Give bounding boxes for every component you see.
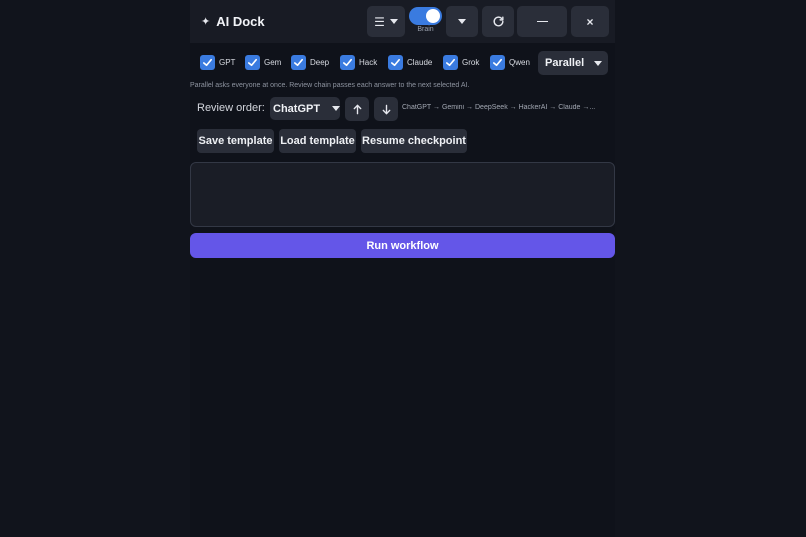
- model-checkbox-grok[interactable]: Grok: [443, 55, 479, 70]
- menu-button[interactable]: ☰: [367, 6, 405, 37]
- sparkle-icon: ✦: [201, 15, 211, 28]
- chevron-down-icon: [389, 19, 398, 24]
- move-up-button[interactable]: [345, 97, 369, 121]
- checkbox-checked-icon: [490, 55, 505, 70]
- model-label: Grok: [462, 57, 480, 67]
- app-logo: ✦ AI Dock: [201, 14, 265, 29]
- checkbox-checked-icon: [340, 55, 355, 70]
- menu-icon: ☰: [374, 14, 385, 29]
- model-checkbox-claude[interactable]: Claude: [388, 55, 432, 70]
- prompt-input[interactable]: [190, 162, 615, 227]
- model-label: Deep: [310, 57, 330, 67]
- model-checkbox-gpt[interactable]: GPT: [200, 55, 235, 70]
- model-checkbox-qwen[interactable]: Qwen: [490, 55, 530, 70]
- mode-select[interactable]: Parallel: [538, 51, 608, 75]
- model-checkbox-hack[interactable]: Hack: [340, 55, 377, 70]
- move-down-button[interactable]: [374, 97, 398, 121]
- brain-toggle[interactable]: [409, 7, 442, 25]
- model-label: Hack: [359, 57, 378, 67]
- run-workflow-button[interactable]: Run workflow: [190, 233, 615, 258]
- save-template-button[interactable]: Save template: [197, 129, 274, 153]
- model-checkbox-gem[interactable]: Gem: [245, 55, 281, 70]
- resume-checkpoint-button[interactable]: Resume checkpoint: [361, 129, 467, 153]
- model-label: Gem: [264, 57, 282, 67]
- chevron-down-icon: [332, 106, 341, 111]
- dropdown-button[interactable]: [446, 6, 478, 37]
- refresh-button[interactable]: [482, 6, 514, 37]
- mode-value: Parallel: [545, 57, 585, 69]
- toggle-knob: [426, 9, 440, 23]
- chevron-down-icon: [594, 60, 603, 66]
- close-button[interactable]: ×: [571, 6, 609, 37]
- brain-toggle-group: Brain: [408, 6, 443, 34]
- dock-panel: [190, 0, 615, 537]
- brain-toggle-label: Brain: [417, 26, 434, 33]
- app-title: AI Dock: [216, 14, 265, 29]
- review-order-select[interactable]: ChatGPT: [270, 97, 341, 120]
- chevron-down-icon: [458, 19, 466, 24]
- refresh-icon: [492, 16, 504, 27]
- load-template-button[interactable]: Load template: [279, 129, 356, 153]
- checkbox-checked-icon: [200, 55, 215, 70]
- review-order-label: Review order:: [197, 102, 265, 114]
- arrow-up-icon: [353, 104, 361, 114]
- checkbox-checked-icon: [245, 55, 260, 70]
- model-checkbox-deep[interactable]: Deep: [291, 55, 329, 70]
- minimize-icon: [536, 20, 548, 23]
- model-label: GPT: [219, 57, 236, 67]
- mode-hint: Parallel asks everyone at once. Review c…: [190, 82, 470, 89]
- model-label: Qwen: [509, 57, 530, 67]
- arrow-down-icon: [382, 104, 390, 114]
- model-label: Claude: [407, 57, 433, 67]
- review-order-value: ChatGPT: [273, 102, 321, 115]
- checkbox-checked-icon: [443, 55, 458, 70]
- checkbox-checked-icon: [388, 55, 403, 70]
- close-icon: ×: [586, 14, 594, 29]
- checkbox-checked-icon: [291, 55, 306, 70]
- minimize-button[interactable]: [517, 6, 567, 37]
- review-order-chain: ChatGPT → Gemini → DeepSeek → HackerAI →…: [402, 104, 596, 111]
